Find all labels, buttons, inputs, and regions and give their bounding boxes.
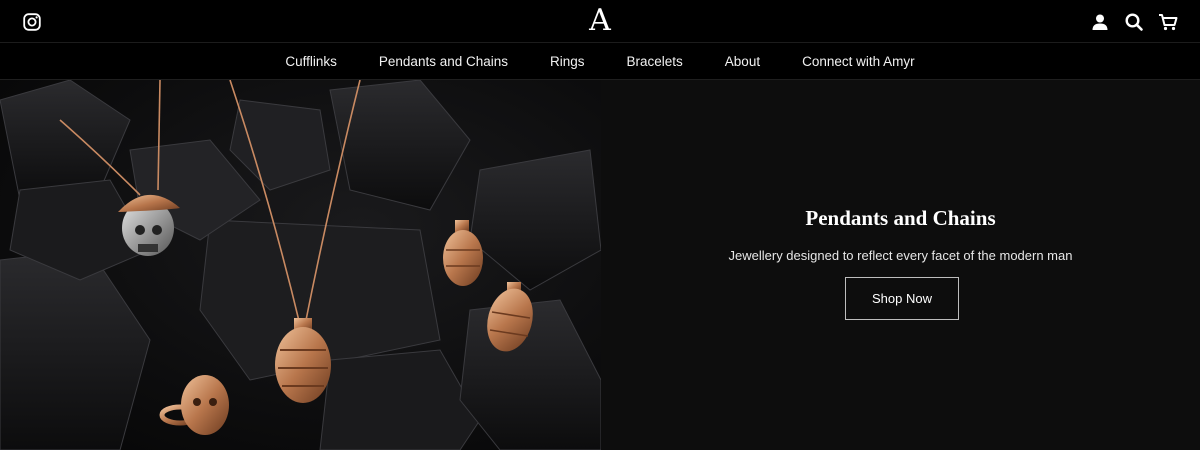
header-actions — [1090, 12, 1178, 32]
shop-now-button[interactable]: Shop Now — [845, 277, 959, 320]
nav-item-cufflinks[interactable]: Cufflinks — [285, 54, 337, 69]
hero-banner: Pendants and Chains Jewellery designed t… — [0, 80, 1200, 450]
top-header: A — [0, 0, 1200, 43]
skull-ring — [159, 375, 229, 435]
nav-item-about[interactable]: About — [725, 54, 760, 69]
nav-item-pendants-and-chains[interactable]: Pendants and Chains — [379, 54, 508, 69]
hero-product-image[interactable] — [0, 80, 601, 450]
hero-title: Pendants and Chains — [805, 206, 996, 230]
nav-item-connect-with-amyr[interactable]: Connect with Amyr — [802, 54, 915, 69]
search-icon[interactable] — [1124, 12, 1144, 32]
nav-item-rings[interactable]: Rings — [550, 54, 585, 69]
instagram-icon[interactable] — [23, 13, 41, 31]
main-navigation: Cufflinks Pendants and Chains Rings Brac… — [0, 44, 1200, 80]
cart-icon[interactable] — [1158, 12, 1178, 32]
nav-item-bracelets[interactable]: Bracelets — [627, 54, 683, 69]
hero-subtitle: Jewellery designed to reflect every face… — [728, 248, 1073, 263]
hero-text-panel: Pendants and Chains Jewellery designed t… — [601, 80, 1200, 450]
brand-logo[interactable]: A — [588, 2, 612, 40]
account-icon[interactable] — [1090, 12, 1110, 32]
